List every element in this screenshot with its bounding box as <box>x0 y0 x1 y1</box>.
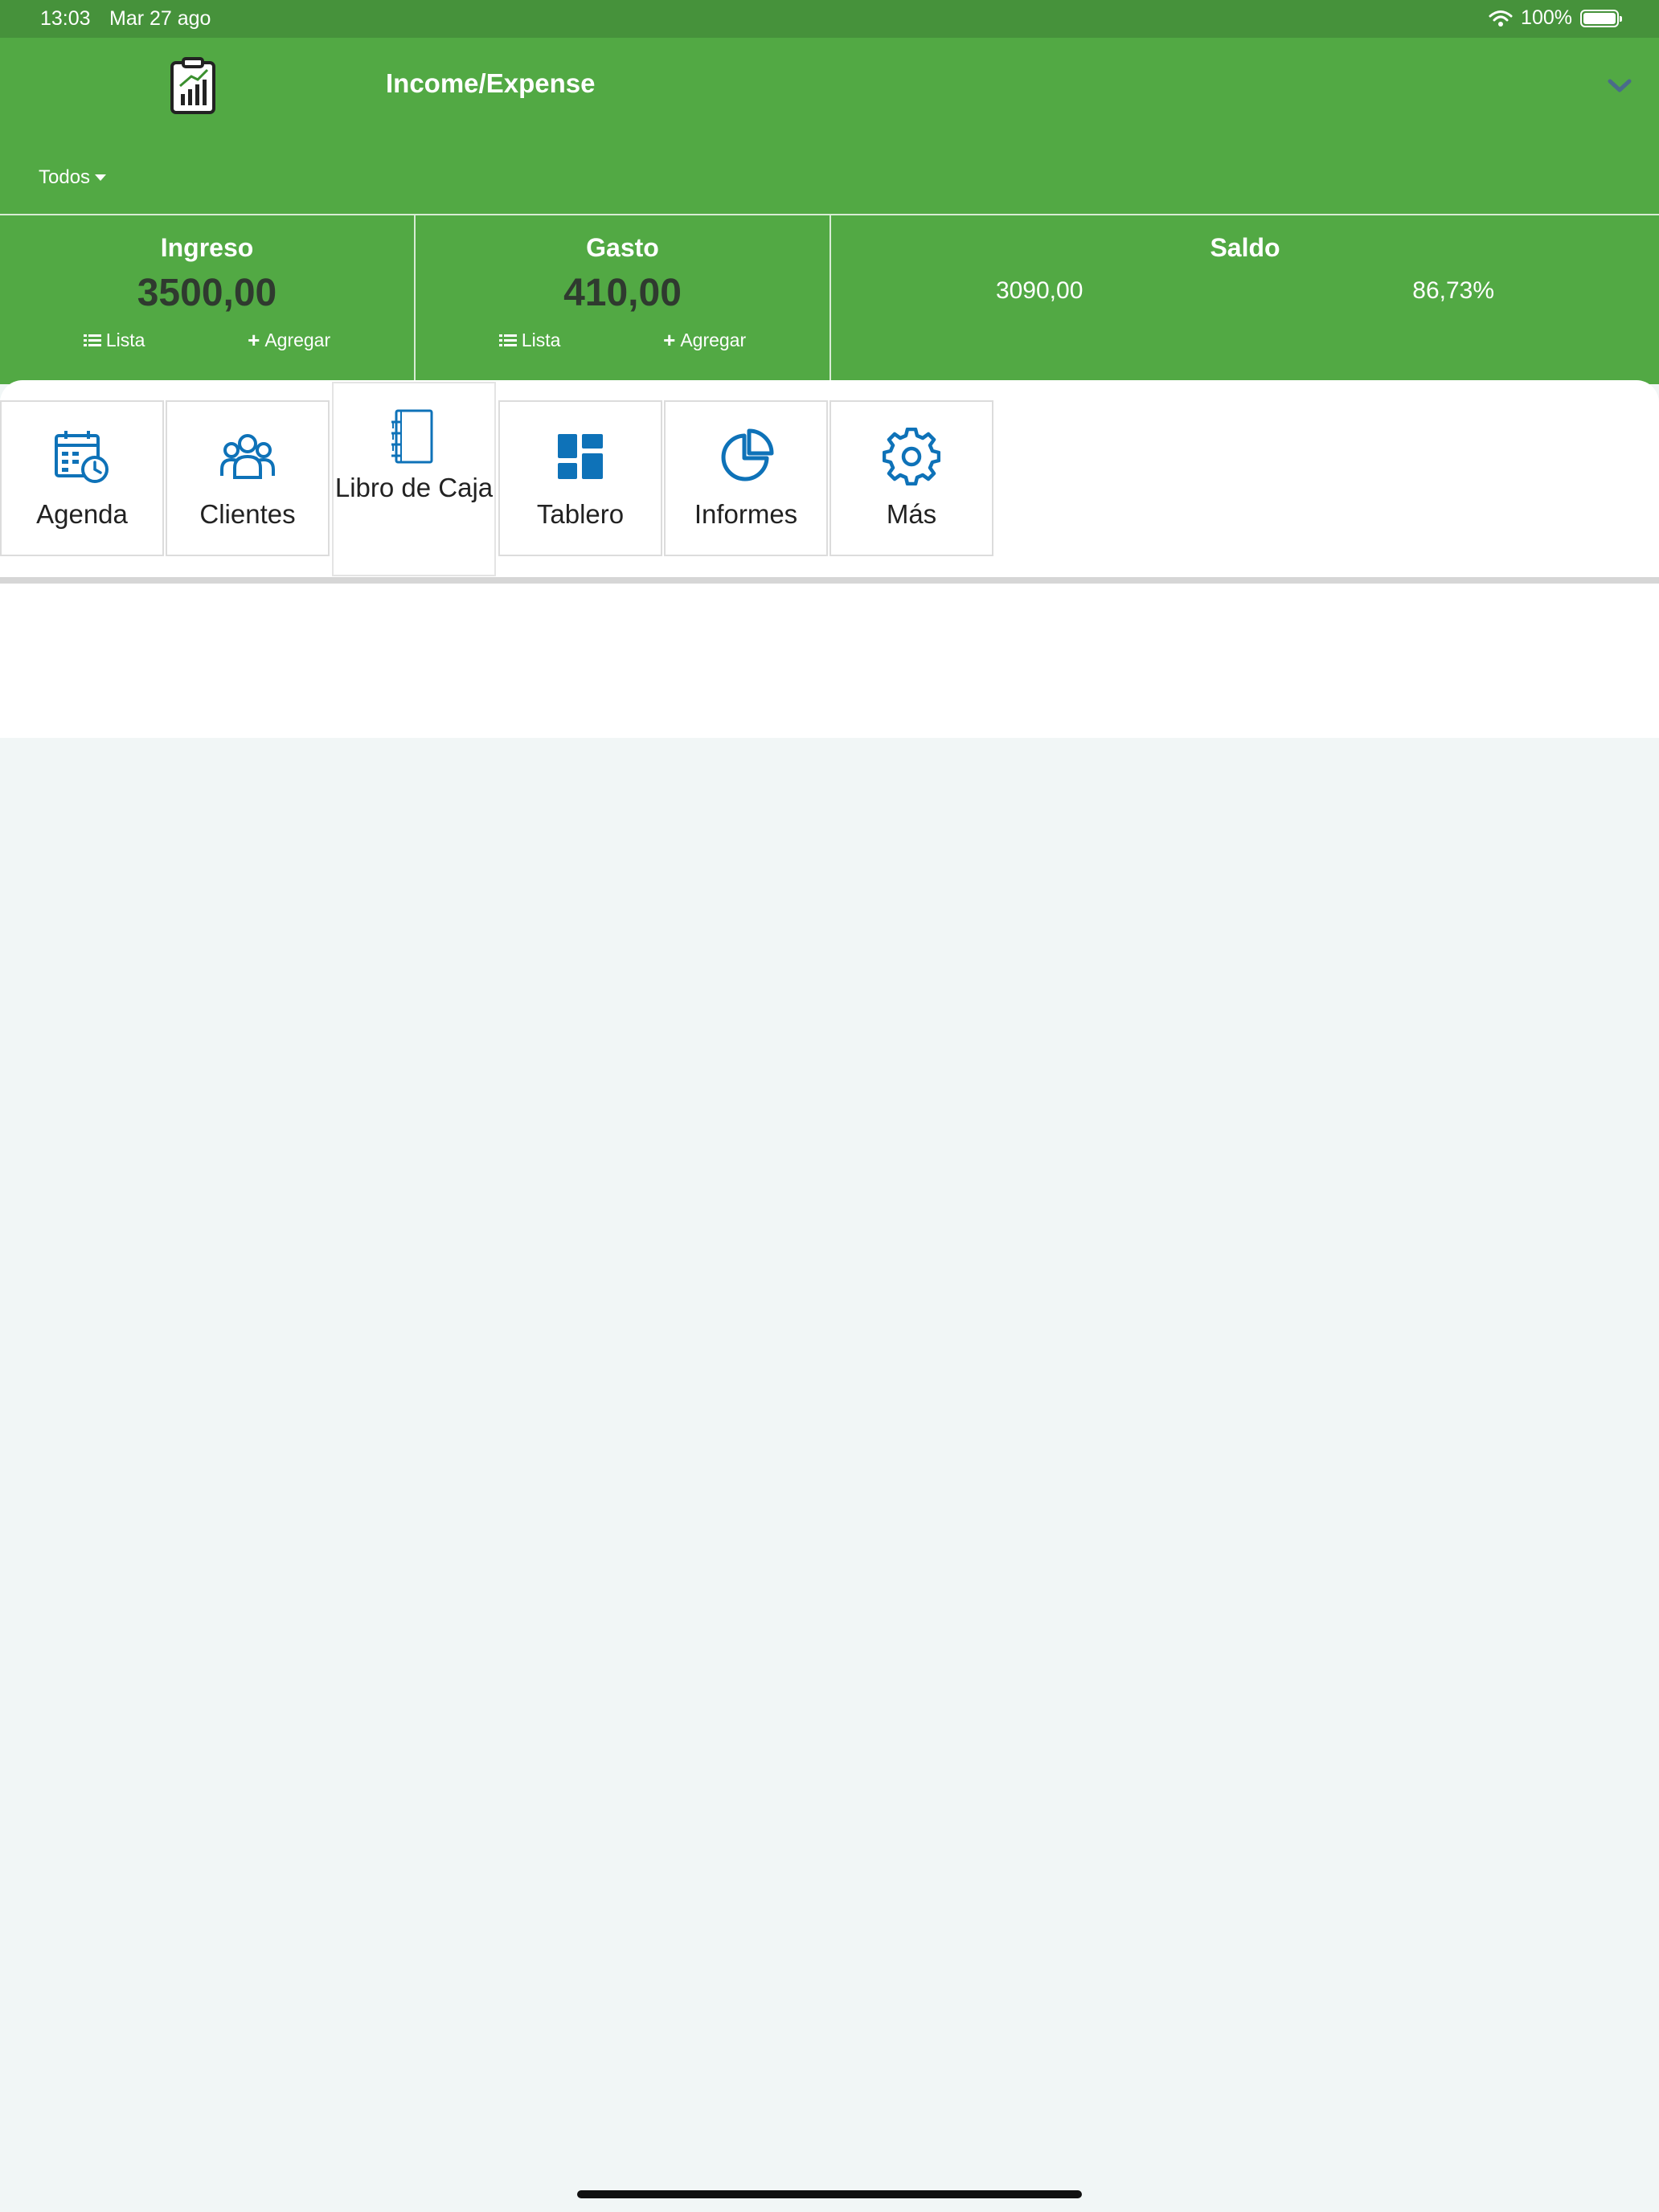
balance-panel: Saldo 3090,00 86,73% <box>831 215 1659 383</box>
expense-list-label: Lista <box>521 330 561 350</box>
income-title: Ingreso <box>160 233 254 262</box>
list-icon <box>83 334 101 348</box>
status-bar: 13:03 Mar 27 ago 100% <box>0 0 1659 38</box>
expense-amount: 410,00 <box>563 272 682 314</box>
plus-icon: + <box>248 328 260 352</box>
clipboard-chart-icon <box>170 57 215 114</box>
battery-percent: 100% <box>1521 6 1572 29</box>
expense-title: Gasto <box>586 233 659 262</box>
filter-dropdown[interactable]: Todos <box>39 166 107 189</box>
income-panel: Ingreso 3500,00 Lista + Agregar <box>0 215 416 383</box>
battery-icon <box>1580 9 1622 27</box>
summary-panel: Ingreso 3500,00 Lista + Agregar Gasto 41… <box>0 214 1659 384</box>
users-icon <box>220 434 275 479</box>
income-amount: 3500,00 <box>137 272 277 314</box>
income-list-button[interactable]: Lista <box>83 328 145 353</box>
pie-chart-icon <box>721 428 774 481</box>
menu-item-label: Informes <box>694 499 798 529</box>
menu-item-informes[interactable]: Informes <box>664 400 828 556</box>
balance-value: 3090,00 <box>995 277 1083 304</box>
balance-title: Saldo <box>1210 233 1280 262</box>
menu-item-label: Tablero <box>536 499 625 529</box>
gear-icon <box>883 428 940 485</box>
chevron-down-icon[interactable] <box>1608 78 1632 94</box>
menu-item-agenda[interactable]: Agenda <box>0 400 164 556</box>
calendar-clock-icon <box>55 431 109 483</box>
dashboard-icon <box>558 434 603 479</box>
expense-add-button[interactable]: + Agregar <box>663 328 746 353</box>
expense-add-label: Agregar <box>680 330 747 350</box>
expense-list-button[interactable]: Lista <box>498 328 561 353</box>
home-indicator[interactable] <box>577 2190 1082 2198</box>
menu-card: Agenda Clientes Libro de Caja Tablero In… <box>0 380 1659 738</box>
expense-panel: Gasto 410,00 Lista + Agregar <box>416 215 831 383</box>
filter-label: Todos <box>39 166 91 188</box>
plus-icon: + <box>663 328 676 352</box>
status-right: 100% <box>1489 6 1622 30</box>
menu-item-libro-de-caja[interactable]: Libro de Caja <box>332 382 496 576</box>
notebook-icon <box>391 409 433 464</box>
app-header: Income/Expense Todos <box>0 38 1659 215</box>
menu-item-tablero[interactable]: Tablero <box>498 400 662 556</box>
app-title: Income/Expense <box>386 68 596 98</box>
wifi-icon <box>1489 10 1513 27</box>
menu-item-clientes[interactable]: Clientes <box>166 400 330 556</box>
income-add-button[interactable]: + Agregar <box>248 328 330 353</box>
menu-item-label: Clientes <box>199 499 296 529</box>
list-icon <box>498 334 517 348</box>
card-divider <box>0 577 1659 584</box>
menu-item-label: Más <box>886 499 937 529</box>
balance-percent: 86,73% <box>1412 277 1495 304</box>
income-add-label: Agregar <box>264 330 331 350</box>
income-list-label: Lista <box>105 330 145 350</box>
menu-item-label: Agenda <box>36 499 128 529</box>
status-time: 13:03 <box>40 7 91 30</box>
menu-item-label: Libro de Caja <box>334 473 494 502</box>
menu-item-mas[interactable]: Más <box>830 400 993 556</box>
caret-down-icon <box>95 174 107 181</box>
status-date: Mar 27 ago <box>109 7 211 30</box>
